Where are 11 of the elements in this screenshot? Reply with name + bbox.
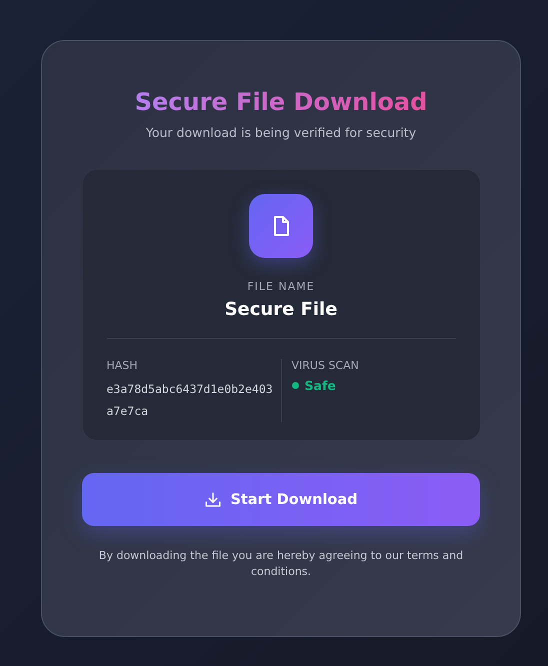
download-icon bbox=[204, 490, 222, 508]
subtitle: Your download is being verified for security bbox=[146, 125, 416, 140]
file-name: Secure File bbox=[224, 299, 338, 320]
scan-status: Safe bbox=[304, 378, 336, 393]
disclaimer: By downloading the file you are hereby agreeing to our terms and conditions. bbox=[98, 548, 464, 580]
hash-value: e3a78d5abc6437d1e0b2e403a7e7ca bbox=[106, 381, 274, 420]
detail-label: HASH bbox=[106, 359, 139, 372]
file-icon bbox=[249, 194, 313, 258]
detail-label: VIRUS SCAN bbox=[292, 359, 359, 372]
file-name-label: FILE NAME bbox=[247, 280, 315, 293]
start-download-button[interactable]: Start Download bbox=[82, 473, 480, 526]
